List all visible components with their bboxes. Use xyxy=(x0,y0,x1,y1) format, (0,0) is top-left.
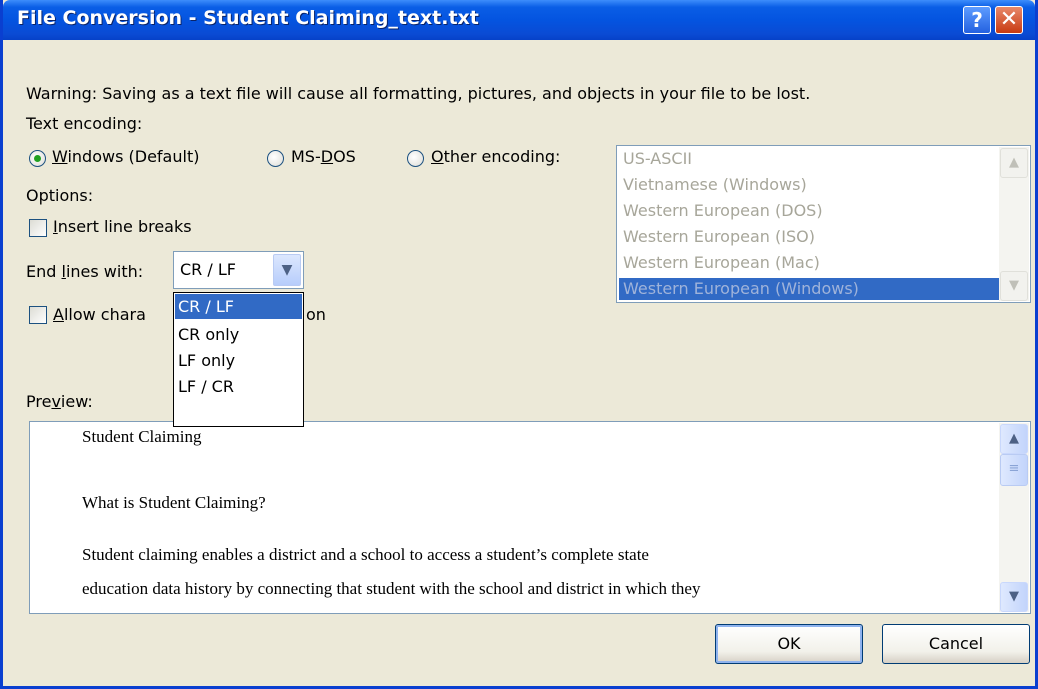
close-button[interactable]: ✕ xyxy=(995,6,1023,34)
cancel-button[interactable]: Cancel xyxy=(882,624,1030,664)
ok-button[interactable]: OK xyxy=(715,624,863,664)
scroll-up-icon[interactable]: ▲ xyxy=(1000,148,1028,178)
options-label: Options: xyxy=(26,186,94,205)
preview-label: Preview: xyxy=(26,392,93,411)
preview-line: education data history by connecting tha… xyxy=(82,579,701,598)
encoding-option[interactable]: Vietnamese (Windows) xyxy=(623,175,807,197)
help-button[interactable]: ? xyxy=(963,6,991,34)
end-lines-combobox[interactable]: CR / LF ▼ xyxy=(173,251,304,289)
allow-character-substitution-label[interactable]: Allow chara xyxy=(53,305,146,324)
end-lines-label: End lines with: xyxy=(26,262,144,281)
file-conversion-dialog: File Conversion - Student Claiming_text.… xyxy=(0,0,1038,689)
encoding-option[interactable]: US-ASCII xyxy=(623,149,692,171)
end-lines-value: CR / LF xyxy=(180,260,236,279)
encoding-option-selected[interactable]: Western European (Windows) xyxy=(623,279,859,301)
insert-line-breaks-checkbox[interactable] xyxy=(29,219,47,237)
end-lines-dropdown-list[interactable]: CR / LF CR only LF only LF / CR xyxy=(173,292,304,427)
scroll-down-icon[interactable]: ▼ xyxy=(1000,582,1028,612)
scroll-thumb[interactable]: ≡ xyxy=(1000,454,1028,486)
scroll-up-icon[interactable]: ▲ xyxy=(1000,424,1028,454)
encoding-option[interactable]: Western European (Mac) xyxy=(623,253,820,275)
preview-line: What is Student Claiming? xyxy=(82,493,266,512)
encoding-listbox[interactable]: US-ASCII Vietnamese (Windows) Western Eu… xyxy=(616,145,1031,303)
encoding-scrollbar[interactable]: ▲ ▼ xyxy=(999,147,1029,301)
dropdown-option[interactable]: LF only xyxy=(175,348,302,373)
preview-line: Student Claiming xyxy=(82,427,202,446)
dropdown-option[interactable]: CR only xyxy=(175,322,302,347)
preview-pane[interactable]: Student Claiming What is Student Claimin… xyxy=(29,421,1031,614)
preview-scrollbar[interactable]: ▲ ≡ ▼ xyxy=(999,423,1029,612)
encoding-option[interactable]: Western European (ISO) xyxy=(623,227,815,249)
other-encoding-label[interactable]: Other encoding: xyxy=(431,147,560,166)
title-bar[interactable]: File Conversion - Student Claiming_text.… xyxy=(3,0,1035,40)
ms-dos-radio[interactable] xyxy=(267,150,284,167)
other-encoding-radio[interactable] xyxy=(407,150,424,167)
windows-default-label[interactable]: Windows (Default) xyxy=(52,147,199,166)
dropdown-option-selected[interactable]: CR / LF xyxy=(175,294,302,319)
encoding-option[interactable]: Western European (DOS) xyxy=(623,201,823,223)
allow-character-substitution-label-tail[interactable]: on xyxy=(306,305,326,324)
dropdown-option[interactable]: LF / CR xyxy=(175,374,302,399)
insert-line-breaks-label[interactable]: Insert line breaks xyxy=(53,217,192,236)
allow-character-substitution-checkbox[interactable] xyxy=(29,306,47,324)
text-encoding-label: Text encoding: xyxy=(26,114,143,133)
chevron-down-icon[interactable]: ▼ xyxy=(273,254,301,286)
windows-default-radio[interactable] xyxy=(29,150,46,167)
scroll-down-icon[interactable]: ▼ xyxy=(1000,271,1028,301)
preview-line: Student claiming enables a district and … xyxy=(82,545,649,564)
warning-text: Warning: Saving as a text file will caus… xyxy=(26,84,811,103)
window-title: File Conversion - Student Claiming_text.… xyxy=(17,7,479,29)
ms-dos-label[interactable]: MS-DOS xyxy=(291,147,356,166)
